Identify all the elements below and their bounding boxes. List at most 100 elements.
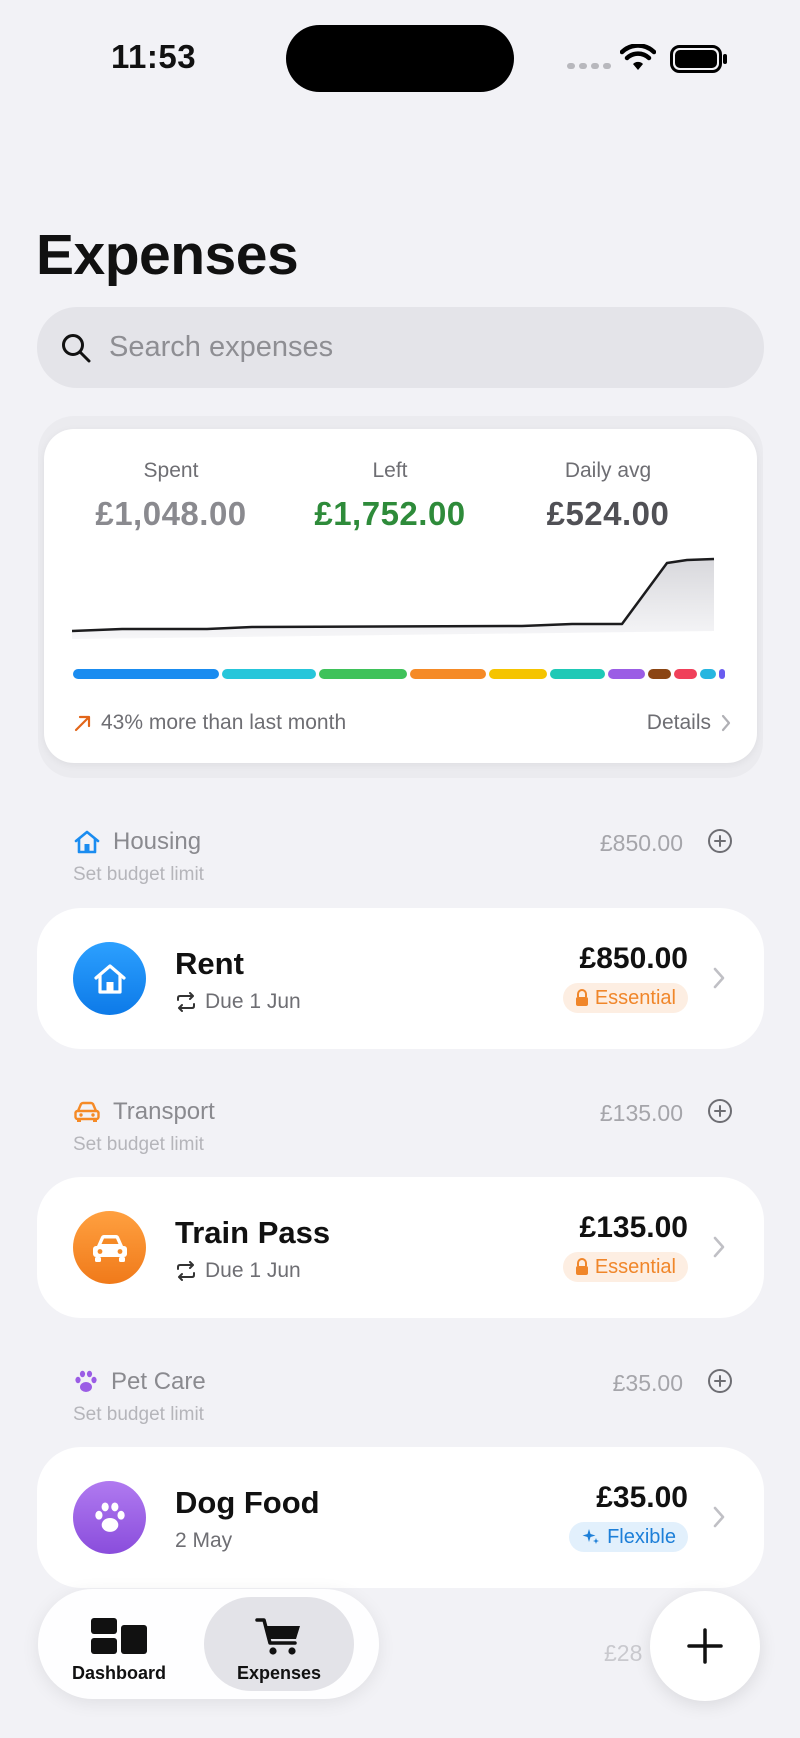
chevron-right-icon xyxy=(721,714,731,732)
expense-price: £135.00 xyxy=(579,1211,688,1244)
trend-indicator: 43% more than last month xyxy=(73,711,346,735)
tab-expenses-label: Expenses xyxy=(236,1663,322,1683)
tab-expenses[interactable]: Expenses xyxy=(204,1597,354,1691)
expense-item-dog-food[interactable]: Dog Food 2 May £35.00 Flexible xyxy=(37,1447,764,1588)
status-time: 11:53 xyxy=(111,38,197,75)
daily-avg-value: £524.00 xyxy=(546,495,670,532)
search-input[interactable]: Search expenses xyxy=(37,307,764,388)
paw-icon xyxy=(75,1370,97,1392)
chevron-right-icon xyxy=(713,967,725,989)
segment-housing xyxy=(73,669,219,679)
details-label: Details xyxy=(646,711,711,734)
segment-10 xyxy=(700,669,716,679)
spent-value: £1,048.00 xyxy=(95,495,247,532)
left-value: £1,752.00 xyxy=(314,495,466,532)
details-link[interactable]: Details xyxy=(647,711,731,735)
date-text: 2 May xyxy=(175,1529,233,1552)
plus-icon xyxy=(687,1628,723,1664)
category-breakdown-bar xyxy=(73,669,728,679)
pet-care-avatar xyxy=(73,1481,146,1554)
left-stat: Left £1,752.00 xyxy=(280,459,500,533)
lock-icon xyxy=(575,1258,588,1275)
add-budget-icon[interactable] xyxy=(707,828,733,854)
spent-label: Spent xyxy=(143,459,199,482)
daily-avg-stat: Daily avg £524.00 xyxy=(498,459,718,533)
page-title: Expenses xyxy=(36,223,299,287)
essential-badge: Essential xyxy=(562,983,688,1013)
segment-2 xyxy=(222,669,316,679)
category-amount: £850.00 xyxy=(599,830,683,856)
daily-avg-label: Daily avg xyxy=(564,459,652,482)
house-icon xyxy=(74,830,100,854)
chevron-right-icon xyxy=(713,1506,725,1528)
expense-title: Dog Food xyxy=(175,1485,320,1520)
add-budget-icon[interactable] xyxy=(707,1098,733,1124)
segment-5 xyxy=(489,669,547,679)
summary-card[interactable]: Spent £1,048.00 Left £1,752.00 Daily avg… xyxy=(44,429,757,763)
segment-8 xyxy=(648,669,671,679)
category-amount: £135.00 xyxy=(599,1100,683,1126)
housing-avatar xyxy=(73,942,146,1015)
expense-due: Due 1 Jun xyxy=(175,990,301,1014)
category-amount: £35.00 xyxy=(612,1370,683,1396)
segment-transport xyxy=(410,669,486,679)
spent-stat: Spent £1,048.00 xyxy=(61,459,281,533)
expense-item-rent[interactable]: Rent Due 1 Jun £850.00 Essential xyxy=(37,908,764,1049)
segment-3 xyxy=(319,669,407,679)
badge-label: Flexible xyxy=(607,1525,676,1548)
search-icon xyxy=(62,333,91,362)
category-name: Housing xyxy=(113,828,202,855)
category-name: Pet Care xyxy=(111,1368,206,1395)
flexible-badge: Flexible xyxy=(569,1522,688,1552)
segment-pet-care xyxy=(608,669,645,679)
dashboard-icon xyxy=(91,1618,147,1654)
sparkle-icon xyxy=(582,1529,600,1544)
expense-title: Train Pass xyxy=(175,1215,331,1250)
category-header-housing: Housing £850.00 Set budget limit xyxy=(73,828,733,886)
set-budget-limit-link[interactable]: Set budget limit xyxy=(73,1134,733,1156)
paw-icon xyxy=(94,1501,125,1532)
badge-label: Essential xyxy=(594,986,676,1009)
cart-icon xyxy=(255,1618,300,1655)
dynamic-island xyxy=(286,25,514,92)
segment-9 xyxy=(674,669,697,679)
car-icon xyxy=(92,1234,127,1262)
search-placeholder: Search expenses xyxy=(109,331,334,363)
badge-label: Essential xyxy=(594,1255,676,1278)
repeat-icon xyxy=(177,1261,195,1281)
category-header-pet-care: Pet Care £35.00 Set budget limit xyxy=(73,1368,733,1426)
house-icon xyxy=(93,963,126,994)
tab-dashboard[interactable]: Dashboard xyxy=(44,1597,194,1691)
due-text: Due 1 Jun xyxy=(205,1259,301,1282)
tab-dashboard-label: Dashboard xyxy=(71,1663,167,1683)
expense-price: £850.00 xyxy=(579,942,688,975)
trend-text: 43% more than last month xyxy=(101,711,347,734)
expense-title: Rent xyxy=(175,946,244,981)
category-name: Transport xyxy=(113,1098,215,1125)
chevron-right-icon xyxy=(713,1236,725,1258)
trend-up-arrow-icon xyxy=(74,715,91,732)
essential-badge: Essential xyxy=(562,1252,688,1282)
car-icon xyxy=(74,1101,100,1122)
battery-icon xyxy=(670,45,727,73)
due-text: Due 1 Jun xyxy=(205,990,301,1013)
cellular-signal-icon xyxy=(567,63,611,69)
set-budget-limit-link[interactable]: Set budget limit xyxy=(73,864,733,886)
add-expense-button[interactable] xyxy=(650,1591,760,1701)
add-budget-icon[interactable] xyxy=(707,1368,733,1394)
left-label: Left xyxy=(372,459,408,482)
transport-avatar xyxy=(73,1211,146,1284)
set-budget-limit-link[interactable]: Set budget limit xyxy=(73,1404,733,1426)
segment-6 xyxy=(550,669,605,679)
spending-sparkline xyxy=(72,557,715,639)
wifi-icon xyxy=(620,44,656,70)
repeat-icon xyxy=(177,992,195,1012)
next-category-amount: £28 xyxy=(604,1640,643,1666)
lock-icon xyxy=(575,989,588,1006)
expense-due: Due 1 Jun xyxy=(175,1259,301,1283)
expense-item-train-pass[interactable]: Train Pass Due 1 Jun £135.00 Essential xyxy=(37,1177,764,1318)
expense-date: 2 May xyxy=(175,1529,232,1553)
expense-price: £35.00 xyxy=(596,1481,688,1514)
category-header-transport: Transport £135.00 Set budget limit xyxy=(73,1098,733,1156)
tab-bar: Dashboard Expenses xyxy=(38,1589,379,1699)
